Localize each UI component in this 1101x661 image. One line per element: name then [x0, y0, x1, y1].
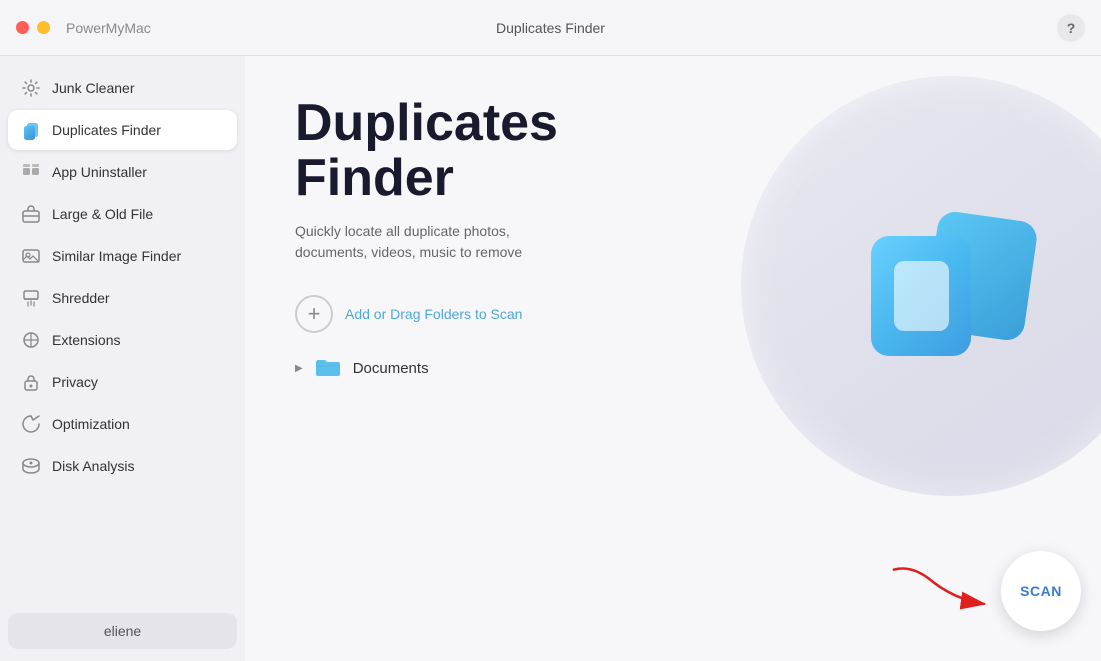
- sidebar-item-optimization[interactable]: Optimization: [8, 404, 237, 444]
- sidebar-item-privacy[interactable]: Privacy: [8, 362, 237, 402]
- sidebar-item-junk-cleaner[interactable]: Junk Cleaner: [8, 68, 237, 108]
- sidebar-item-shredder[interactable]: Shredder: [8, 278, 237, 318]
- optimization-icon: [20, 413, 42, 435]
- titlebar-center-title: Duplicates Finder: [496, 20, 605, 36]
- scan-arrow-icon: [881, 561, 1001, 621]
- sidebar-label-shredder: Shredder: [52, 290, 110, 306]
- sidebar-label-duplicates-finder: Duplicates Finder: [52, 122, 161, 138]
- page-inner: [894, 261, 949, 331]
- page-title: DuplicatesFinder: [295, 96, 675, 205]
- minimize-button[interactable]: [37, 21, 50, 34]
- sidebar-item-duplicates-finder[interactable]: Duplicates Finder: [8, 110, 237, 150]
- sidebar-label-privacy: Privacy: [52, 374, 98, 390]
- extensions-icon: [20, 329, 42, 351]
- close-button[interactable]: [16, 21, 29, 34]
- folder-icon: [313, 353, 343, 383]
- app-name: PowerMyMac: [66, 20, 151, 36]
- duplicate-icon: [20, 119, 42, 141]
- page-description: Quickly locate all duplicate photos, doc…: [295, 221, 575, 263]
- briefcase-icon: [20, 203, 42, 225]
- scan-button-label: SCAN: [1020, 583, 1062, 599]
- disk-icon: [20, 455, 42, 477]
- image-icon: [20, 245, 42, 267]
- shredder-icon: [20, 287, 42, 309]
- window-controls: [16, 21, 50, 34]
- sidebar-label-large-old-file: Large & Old File: [52, 206, 153, 222]
- sidebar: Junk Cleaner Duplicates Finder: [0, 56, 245, 661]
- sidebar-label-optimization: Optimization: [52, 416, 130, 432]
- user-label: eliene: [104, 623, 141, 639]
- scan-button[interactable]: SCAN: [1001, 551, 1081, 631]
- page-front: [871, 236, 971, 356]
- sidebar-item-similar-image-finder[interactable]: Similar Image Finder: [8, 236, 237, 276]
- sidebar-label-similar-image-finder: Similar Image Finder: [52, 248, 181, 264]
- help-button[interactable]: ?: [1057, 14, 1085, 42]
- user-profile[interactable]: eliene: [8, 613, 237, 649]
- content-area: DuplicatesFinder Quickly locate all dupl…: [245, 56, 1101, 661]
- add-folder-label: Add or Drag Folders to Scan: [345, 306, 522, 322]
- duplicate-graphic: [871, 206, 1031, 366]
- app-icon: [20, 161, 42, 183]
- decorative-circle: [741, 76, 1101, 496]
- sidebar-label-disk-analysis: Disk Analysis: [52, 458, 134, 474]
- gear-icon: [20, 77, 42, 99]
- add-circle-icon: +: [295, 295, 333, 333]
- titlebar: PowerMyMac Duplicates Finder ?: [0, 0, 1101, 56]
- sidebar-item-large-old-file[interactable]: Large & Old File: [8, 194, 237, 234]
- scan-area: SCAN: [881, 551, 1081, 631]
- sidebar-label-extensions: Extensions: [52, 332, 120, 348]
- sidebar-item-extensions[interactable]: Extensions: [8, 320, 237, 360]
- sidebar-item-app-uninstaller[interactable]: App Uninstaller: [8, 152, 237, 192]
- sidebar-label-junk-cleaner: Junk Cleaner: [52, 80, 135, 96]
- sidebar-item-disk-analysis[interactable]: Disk Analysis: [8, 446, 237, 486]
- privacy-icon: [20, 371, 42, 393]
- chevron-right-icon: ▶: [295, 363, 303, 374]
- main-layout: Junk Cleaner Duplicates Finder: [0, 56, 1101, 661]
- folder-name: Documents: [353, 360, 429, 377]
- sidebar-label-app-uninstaller: App Uninstaller: [52, 164, 147, 180]
